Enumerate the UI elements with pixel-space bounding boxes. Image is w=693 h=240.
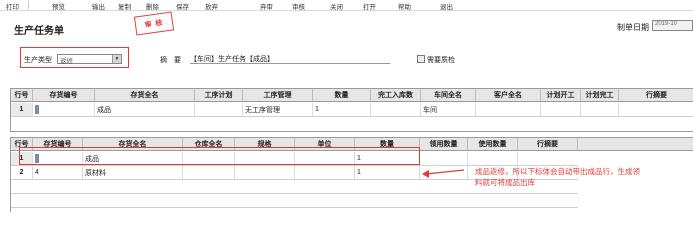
cell-qty[interactable]: 1 [313, 103, 371, 116]
cell-used[interactable] [468, 152, 518, 165]
cell-spec[interactable] [235, 166, 295, 179]
toolbar-approve-button[interactable]: 审核 [292, 1, 305, 11]
cell-workshop[interactable]: 车间 [421, 103, 476, 116]
cell-qty[interactable]: 1 [355, 166, 420, 179]
cell-process-mgmt[interactable]: 无工序管理 [243, 103, 313, 116]
top-grid-header: 行号 存货编号 存货全名 工序计划 工序管理 数量 完工入库数 车间全名 客户全… [11, 89, 693, 102]
toolbar-delete-button[interactable]: 删除 [146, 1, 159, 11]
chevron-down-icon[interactable]: ▼ [112, 55, 121, 63]
cell-unit[interactable] [295, 166, 355, 179]
col-header: 存货全名 [95, 89, 195, 101]
toolbar-open-button[interactable]: 打开 [363, 1, 376, 11]
col-header: 计划开工 [541, 89, 581, 101]
table-row-empty[interactable] [11, 194, 578, 208]
annotation-line-1: 成品返修，所以下标体会自动带出成品行，生成领 [475, 167, 640, 176]
col-header: 工序计划 [195, 89, 243, 101]
col-header: 工序管理 [243, 89, 313, 101]
toolbar-save-button[interactable]: 保存 [176, 1, 189, 11]
col-header: 存货编号 [33, 89, 95, 101]
toolbar-exit-button[interactable]: 退出 [440, 1, 453, 11]
col-header: 行摘要 [646, 92, 667, 99]
toolbar-preview-button[interactable]: 预览 [52, 1, 65, 11]
toolbar: 打印 预览 输出 复制 删除 保存 放弃 弃审 审核 关闭 打开 帮助 退出 [0, 0, 693, 11]
annotation-arrow-icon [422, 169, 465, 178]
cell-code[interactable]: 4 [33, 166, 83, 179]
desc-input[interactable]: 【车间】生产任务【成品】 [190, 54, 390, 64]
top-grid: 行号 存货编号 存货全名 工序计划 工序管理 数量 完工入库数 车间全名 客户全… [10, 88, 693, 132]
annotation-line-2: 料就可将成品出库 [475, 178, 535, 187]
row-number: 1 [11, 103, 33, 116]
col-header: 数量 [313, 89, 371, 101]
cell-code[interactable] [33, 103, 95, 116]
row-highlight [19, 147, 420, 165]
cell-warehouse[interactable] [183, 166, 235, 179]
col-header: 行号 [11, 89, 33, 101]
prod-type-label: 生产类型 [24, 57, 52, 64]
cell-memo[interactable] [518, 152, 578, 165]
toolbar-unapprove-button[interactable]: 弃审 [260, 1, 273, 11]
col-header: 计划完工 [581, 89, 619, 101]
prod-type-value: 返修 [60, 58, 73, 65]
toolbar-copy-button[interactable]: 复制 [118, 1, 131, 11]
cell-name[interactable]: 原材料 [83, 166, 183, 179]
row-selection-marker [35, 105, 39, 114]
page-title: 生产任务单 [14, 26, 64, 37]
cell-plan-start[interactable] [541, 103, 581, 116]
row-number: 2 [11, 166, 33, 179]
desc-label: 摘 要 [160, 57, 181, 64]
toolbar-help-button[interactable]: 帮助 [398, 1, 411, 11]
approval-stamp: 审 核 [133, 11, 175, 36]
col-header: 领用数量 [420, 138, 468, 150]
toolbar-discard-button[interactable]: 放弃 [205, 1, 218, 11]
toolbar-export-button[interactable]: 输出 [92, 1, 105, 11]
toolbar-close-button[interactable]: 关闭 [330, 1, 343, 11]
cell-customer[interactable] [476, 103, 541, 116]
col-header: 使用数量 [468, 138, 518, 150]
urgent-checkbox[interactable] [417, 55, 425, 63]
toolbar-separator [28, 1, 29, 9]
cell-done[interactable] [371, 103, 421, 116]
col-header: 行摘要 [518, 138, 578, 150]
col-header: 完工入库数 [371, 89, 421, 101]
cell-process-plan[interactable] [195, 103, 243, 116]
table-row[interactable]: 1 成品 无工序管理 1 车间 [11, 103, 693, 117]
prod-type-select[interactable]: 返修 ▼ [57, 54, 122, 65]
mfg-date-input[interactable]: 2019-10 [652, 20, 693, 31]
cell-plan-end[interactable] [581, 103, 619, 116]
urgent-label: 需要质检 [427, 57, 455, 64]
col-header: 客户全名 [476, 89, 541, 101]
col-header: 车间全名 [421, 89, 476, 101]
mfg-date-label: 制单日期 [617, 23, 649, 32]
cell-name[interactable]: 成品 [95, 103, 195, 116]
cell-memo[interactable] [619, 103, 693, 116]
annotation-text: 成品返修，所以下标体会自动带出成品行，生成领 料就可将成品出库 [475, 166, 690, 188]
toolbar-print-button[interactable]: 打印 [6, 1, 19, 11]
